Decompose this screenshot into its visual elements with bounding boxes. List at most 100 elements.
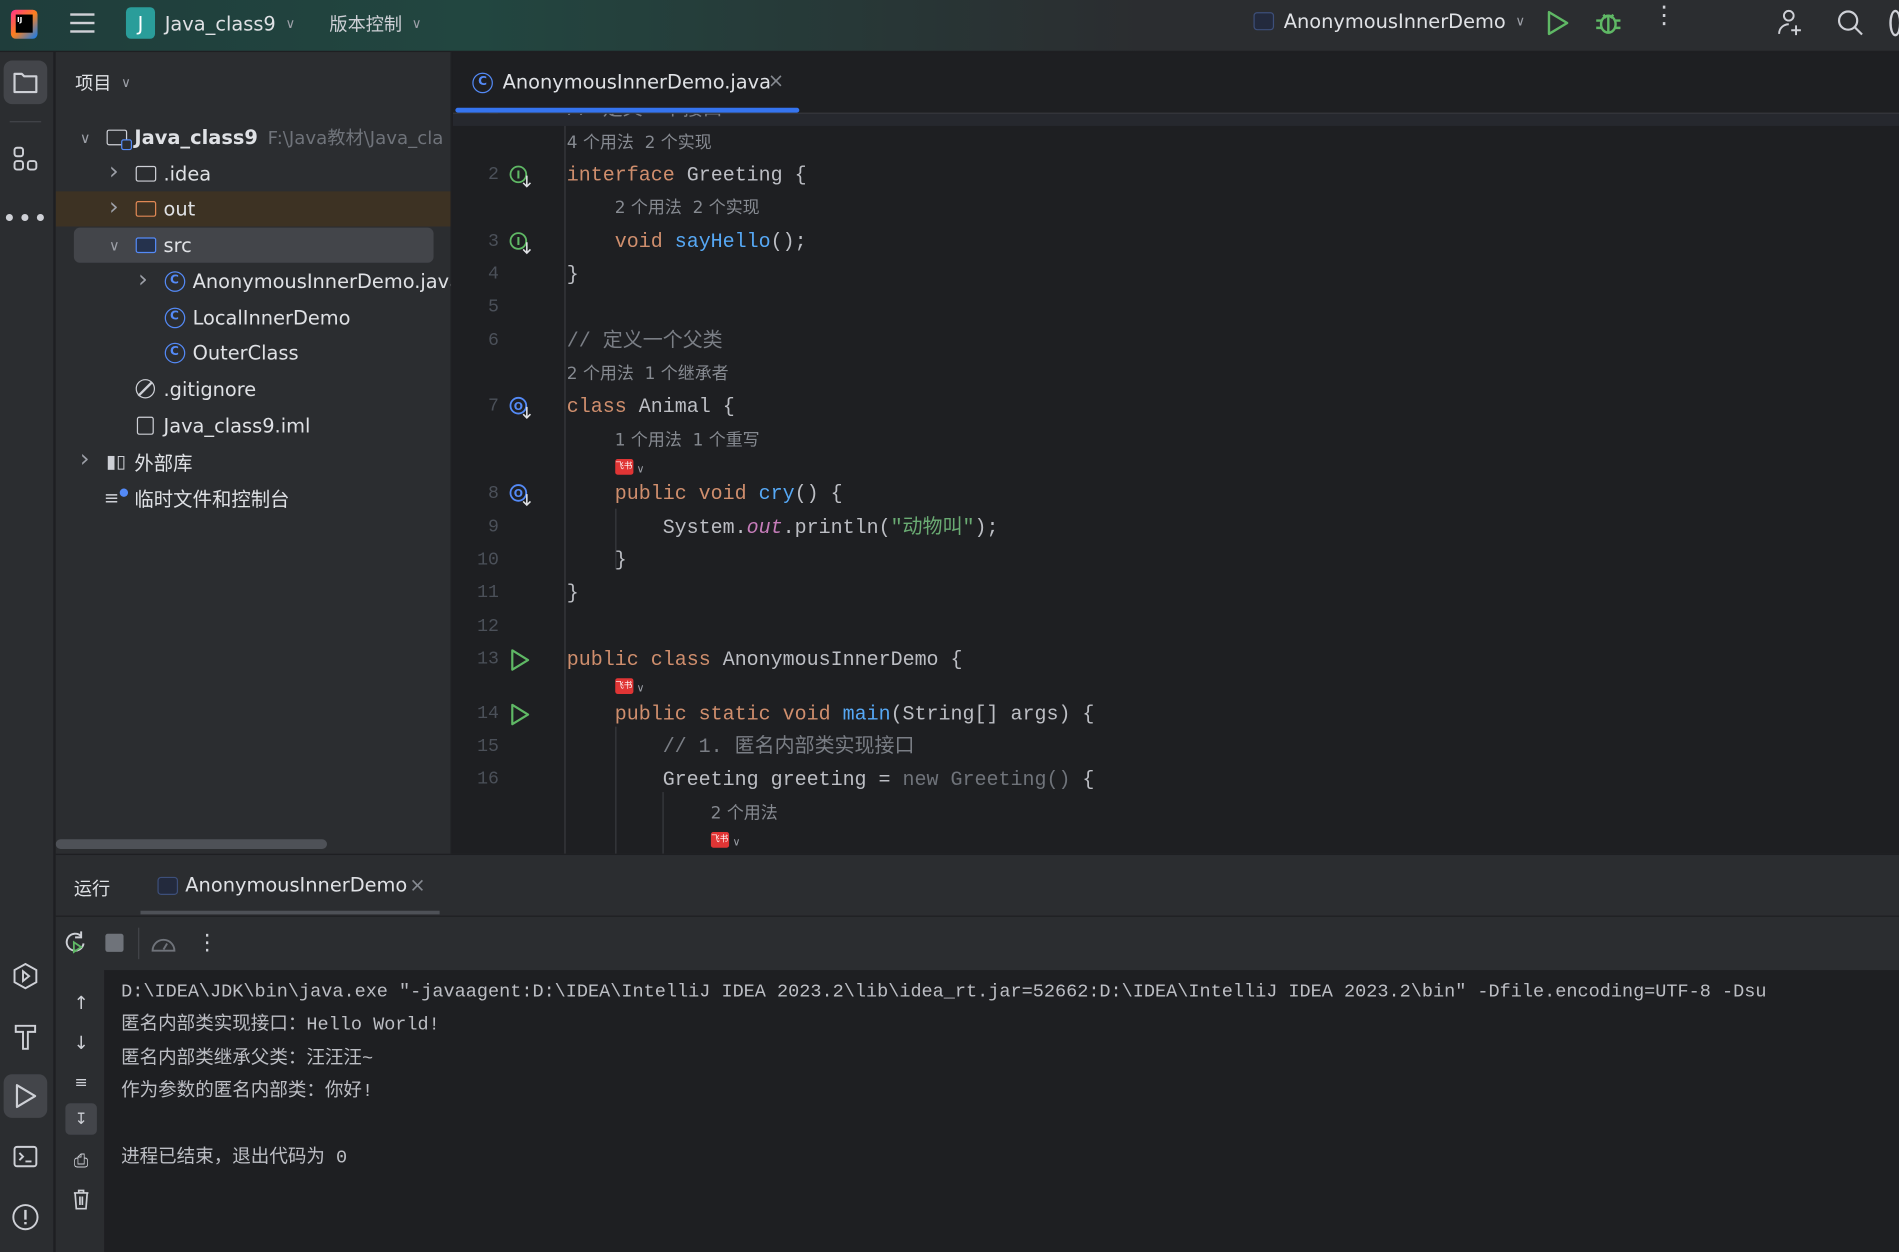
feishu-plugin-icon[interactable]: 飞书 [614,459,633,475]
chevron-down-icon[interactable]: ∨ [80,129,91,146]
plugin-badge-row: 飞书 ∨ [453,823,1899,853]
stop-button[interactable] [105,933,124,952]
source-folder-icon [134,234,156,256]
close-tab-icon[interactable]: × [768,69,784,92]
chevron-down-icon: ∨ [121,75,131,91]
scroll-down-icon[interactable]: ↓ [65,1027,96,1058]
code-view[interactable]: 1 // 定义一个接口 4 个用法 2 个实现 2 Iinterface Greetin… [452,113,1899,854]
application-icon [157,876,179,895]
tree-item[interactable]: .gitignore [56,372,451,407]
tree-item[interactable]: › out [55,191,451,227]
problems-tool-button[interactable] [4,1195,48,1239]
profiler-button[interactable] [150,931,177,955]
chevron-right-icon[interactable]: › [138,264,148,293]
project-switcher[interactable]: J Java_class9 ∨ [125,7,295,39]
add-user-button[interactable] [1775,7,1806,38]
overridden-icon[interactable]: O [509,484,532,507]
inlay-hint[interactable]: 2 个用法 1 个继承者 [567,364,729,383]
run-icon[interactable] [509,703,531,725]
more-tools-icon[interactable]: ••• [2,196,47,240]
scroll-up-icon[interactable]: ↑ [65,987,96,1018]
build-tool-button[interactable] [4,1015,48,1059]
run-button[interactable] [1545,10,1569,37]
tree-item[interactable]: ∨ src [73,227,434,263]
run-tool-button[interactable] [3,1074,48,1118]
overridden-icon[interactable]: O [509,396,532,420]
run-icon[interactable] [509,649,531,671]
inlay-hint[interactable]: 1 个用法 1 个重写 [615,431,760,450]
run-tab[interactable]: AnonymousInnerDemo × [140,855,440,916]
tree-item[interactable]: Java_class9.iml [56,408,451,443]
tree-item[interactable]: ∨ Java_class9 F:\Java教材\Java_cla [56,120,451,155]
intellij-logo-icon[interactable]: IJ [10,9,38,39]
code-token: } [566,581,579,605]
rerun-button[interactable] [63,930,87,954]
code-tokens: 2 个用法 1 个继承者 [567,357,729,391]
console-output[interactable]: D:\IDEA\JDK\bin\java.exe "-javaagent:D:\… [104,970,1899,1252]
inlay-hint[interactable]: 4 个用法 2 个实现 [567,133,712,152]
editor-tab[interactable]: C AnonymousInnerDemo.java × [453,52,800,114]
soft-wrap-icon[interactable]: ≡ [65,1067,96,1098]
terminal-tool-button[interactable] [4,1135,48,1179]
code-token: (); [770,229,807,253]
feishu-plugin-icon[interactable]: 飞书 [710,832,729,848]
chevron-down-icon[interactable]: ∨ [637,464,645,476]
tree-item[interactable]: C OuterClass [56,336,451,371]
code-tokens: public static void main(String[] args) { [615,697,1095,730]
iml-file-icon [134,414,156,436]
tree-item[interactable]: › ▮▯ 外部库 [56,444,451,479]
main-menu-icon[interactable] [70,13,95,33]
code-line: 5 [453,291,1899,324]
tree-item[interactable]: ≡● 临时文件和控制台 [56,480,451,515]
structure-tool-button[interactable] [4,137,48,181]
tree-item-label: out [163,197,196,221]
horizontal-scrollbar[interactable] [55,839,327,849]
chevron-right-icon[interactable]: › [80,444,90,473]
run-icon [1547,10,1569,36]
clear-all-icon[interactable] [65,1183,96,1214]
implemented-icon[interactable]: I [509,231,532,254]
chevron-down-icon[interactable]: ∨ [637,683,645,695]
console-line: D:\IDEA\JDK\bin\java.exe "-javaagent:D:\… [121,980,1767,1003]
code-tokens: public void cry() { [615,478,843,511]
code-line: 8 Opublic void cry() { [453,478,1899,511]
code-tokens: } [615,544,627,577]
tree-item[interactable]: C LocalInnerDemo [56,300,451,335]
run-config-selector[interactable]: AnonymousInnerDemo ∨ [1253,10,1525,33]
project-tool-button[interactable] [3,60,48,105]
feishu-plugin-icon[interactable]: 飞书 [614,678,633,695]
debug-button[interactable] [1595,8,1622,37]
implemented-icon[interactable]: I [509,165,532,188]
scroll-to-end-icon[interactable]: ↧ [65,1103,97,1135]
services-tool-button[interactable] [4,954,48,998]
code-line: 6 // 定义一个父类 [453,324,1899,357]
folder-icon [13,72,38,94]
more-actions-icon[interactable]: ⋮ [196,930,218,955]
code-token: "动物叫" [890,515,975,539]
vcs-menu[interactable]: 版本控制 ∨ [329,11,421,36]
code-token: // 定义一个接口 [567,114,723,121]
search-button[interactable] [1835,7,1866,38]
chevron-right-icon[interactable]: › [109,192,119,221]
inlay-hint[interactable]: 2 个用法 2 个实现 [615,199,760,218]
tool-window-strip: ••• [0,52,55,1252]
code-token: public class [566,647,723,671]
code-line: 10} [453,544,1899,577]
close-tab-icon[interactable]: × [409,873,425,896]
chevron-down-icon[interactable]: ∨ [732,837,740,849]
tree-item[interactable]: › .idea [56,156,451,191]
module-folder-icon [105,127,132,151]
code-token: (String[] args) { [890,701,1095,725]
tree-item[interactable]: › C AnonymousInnerDemo.java [56,264,450,299]
settings-icon[interactable] [1889,9,1899,37]
project-view-selector[interactable]: 项目 ∨ [75,70,131,95]
chevron-right-icon[interactable]: › [109,156,119,185]
inlay-hint[interactable]: 2 个用法 [711,804,778,823]
more-actions-icon[interactable]: ⋮ [1652,2,1676,26]
inlay-hint-row: 4 个用法 2 个实现 [453,126,1899,159]
code-token: main [842,701,891,725]
print-icon[interactable]: ⎙ [65,1144,96,1175]
chevron-down-icon[interactable]: ∨ [109,237,120,254]
code-line: 4} [453,258,1899,291]
code-tokens: 飞书 ∨ [710,823,740,853]
